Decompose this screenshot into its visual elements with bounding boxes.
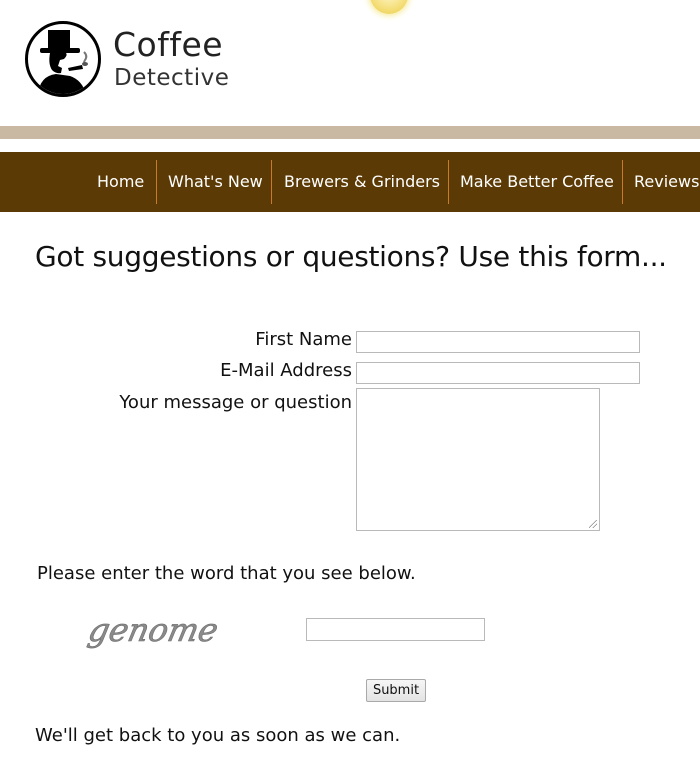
nav-separator	[271, 160, 272, 204]
first-name-input[interactable]	[356, 331, 640, 353]
first-name-label: First Name	[255, 329, 352, 350]
nav-separator	[448, 160, 449, 204]
nav-item-reviews[interactable]: Reviews	[634, 160, 699, 204]
email-input[interactable]	[356, 362, 640, 384]
captcha-image: genome	[86, 611, 222, 649]
logo-text-detective: Detective	[114, 65, 230, 91]
nav-item-make-better-coffee[interactable]: Make Better Coffee	[460, 160, 614, 204]
nav-item-brewers-grinders[interactable]: Brewers & Grinders	[284, 160, 440, 204]
nav-item-whats-new[interactable]: What's New	[168, 160, 263, 204]
site-header: Coffee Detective	[0, 0, 700, 126]
tan-divider	[0, 126, 700, 139]
nav-item-home[interactable]: Home	[97, 160, 144, 204]
logo-text-coffee: Coffee	[113, 25, 224, 64]
main-nav: Home What's New Brewers & Grinders Make …	[0, 152, 700, 212]
nav-separator	[622, 160, 623, 204]
email-label: E-Mail Address	[220, 360, 352, 381]
message-label: Your message or question	[119, 392, 352, 413]
nav-separator	[156, 160, 157, 204]
captcha-instruction: Please enter the word that you see below…	[37, 563, 416, 584]
form-heading: Got suggestions or questions? Use this f…	[35, 240, 667, 273]
response-note: We'll get back to you as soon as we can.	[35, 725, 401, 746]
resize-handle-icon[interactable]	[589, 520, 597, 528]
detective-logo-icon[interactable]	[25, 21, 101, 97]
sun-decoration	[370, 0, 408, 14]
captcha-input[interactable]	[306, 618, 485, 641]
message-textarea[interactable]	[356, 388, 600, 531]
submit-button[interactable]: Submit	[366, 679, 426, 702]
captcha-word: genome	[86, 611, 222, 649]
